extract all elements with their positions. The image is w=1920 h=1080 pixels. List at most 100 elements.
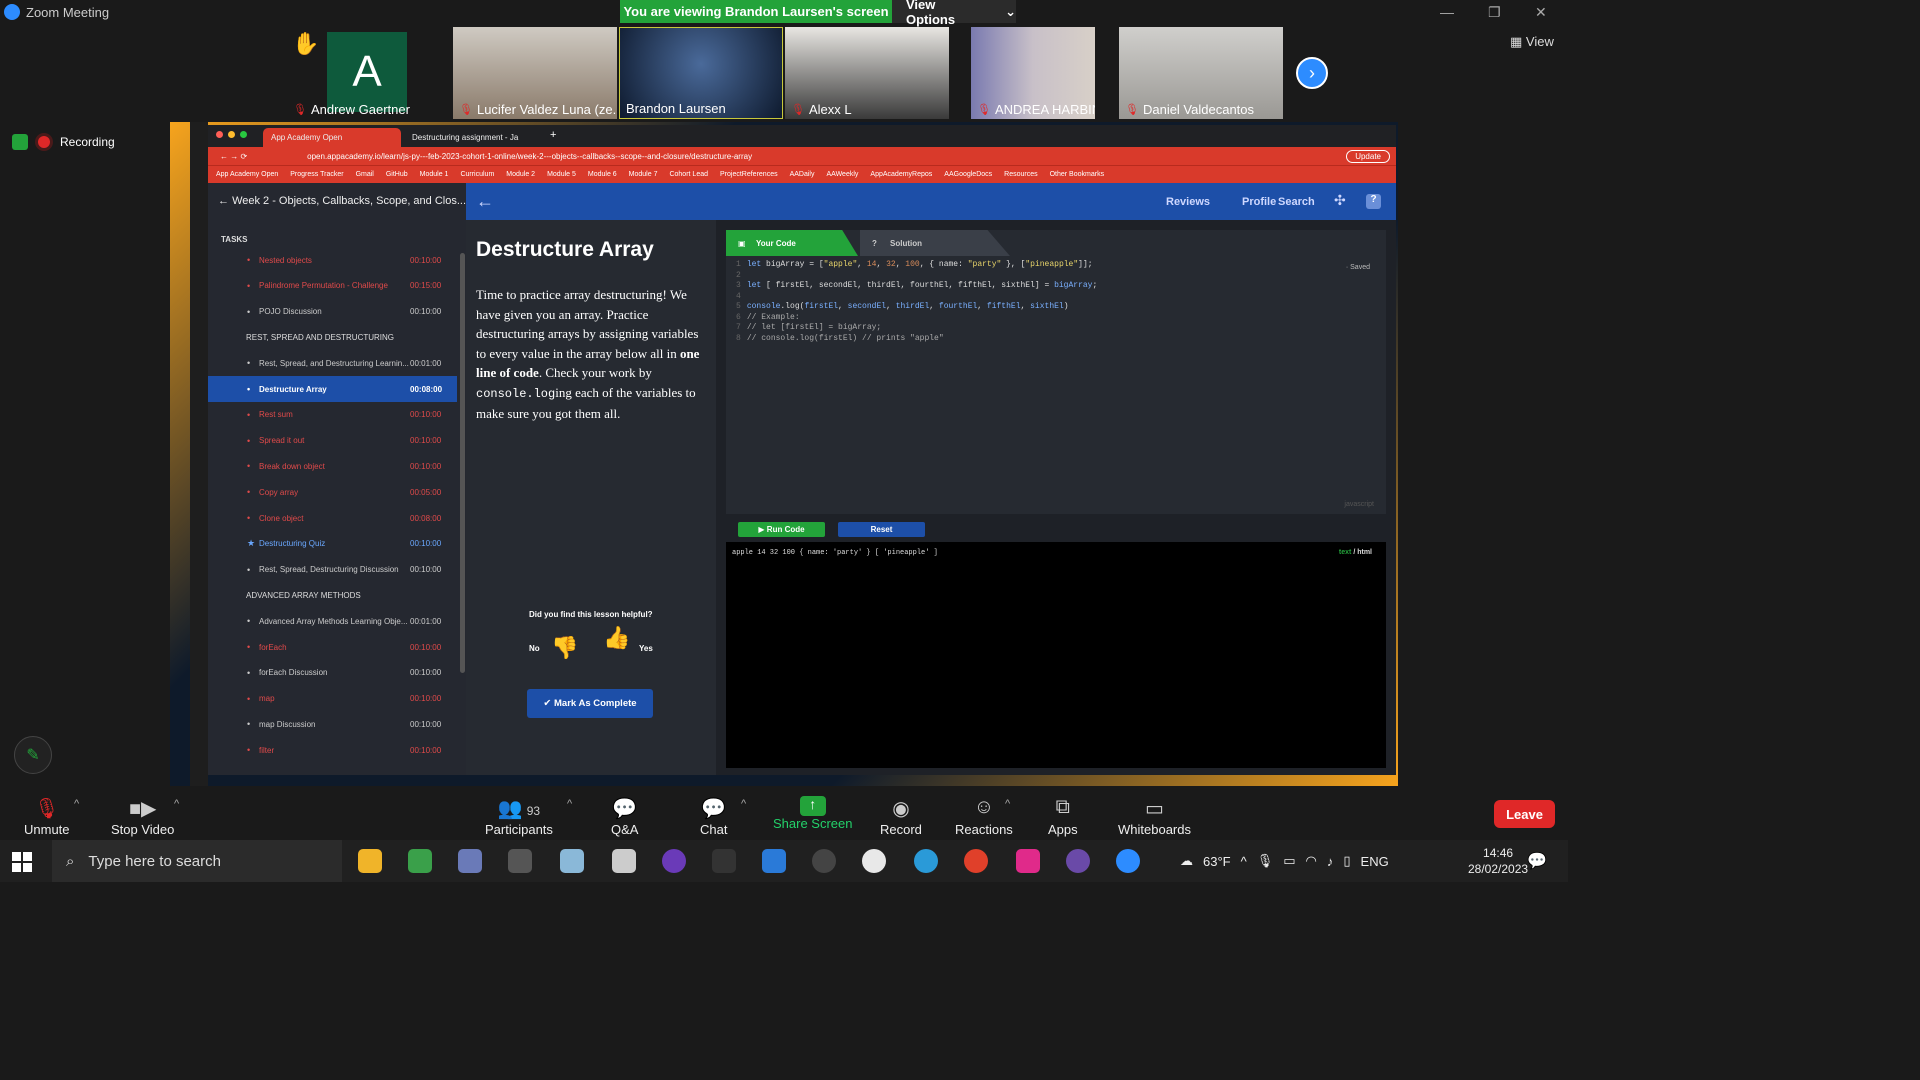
reset-button[interactable]: Reset [838, 522, 925, 537]
bookmark[interactable]: AAWeekly [827, 171, 859, 178]
nav-icons[interactable]: ← → ⟳ [220, 152, 247, 161]
task-item[interactable]: • Destructure Array 00:08:00 [208, 376, 457, 402]
participant-tile[interactable]: 🎙 ANDREA HARBIN [971, 27, 1095, 119]
file-explorer-icon[interactable] [358, 849, 382, 873]
bookmark[interactable]: Resources [1004, 171, 1037, 178]
task-item[interactable]: • Rest sum 00:10:00 [208, 402, 457, 428]
weather-icon[interactable]: ☁ [1180, 853, 1193, 869]
zoom-icon[interactable] [1116, 849, 1140, 873]
task-item[interactable]: • filter 00:10:00 [208, 737, 457, 763]
bookmark[interactable]: Progress Tracker [290, 171, 343, 178]
notifications-icon[interactable]: 💬 [1527, 851, 1547, 871]
participant-tile-active[interactable]: Brandon Laursen [619, 27, 783, 119]
taskbar-search[interactable]: ⌕ Type here to search [52, 840, 342, 882]
task-item[interactable]: ★ Destructuring Quiz 00:10:00 [208, 531, 457, 557]
unmute-button[interactable]: 🎙 Unmute [24, 796, 70, 837]
chrome-icon[interactable] [964, 849, 988, 873]
app-icon[interactable] [1016, 849, 1040, 873]
app-icon[interactable] [408, 849, 432, 873]
windows-start-icon[interactable] [12, 852, 32, 872]
chevron-up-icon[interactable]: ^ [174, 798, 179, 810]
whiteboards-button[interactable]: ▭ Whiteboards [1118, 796, 1191, 837]
thumbs-down-icon[interactable]: 👎 [551, 635, 578, 661]
chevron-up-icon[interactable]: ^ [1005, 798, 1010, 810]
task-item[interactable]: • Rest, Spread, Destructuring Discussion 0… [208, 557, 457, 583]
bookmark[interactable]: GitHub [386, 171, 408, 178]
task-item[interactable]: • forEach Discussion 00:10:00 [208, 660, 457, 686]
new-tab-icon[interactable]: + [550, 129, 556, 141]
task-item[interactable]: • map Discussion 00:10:00 [208, 711, 457, 737]
chevron-up-icon[interactable]: ^ [74, 798, 79, 810]
discord-icon[interactable] [1066, 849, 1090, 873]
run-code-button[interactable]: ▶ Run Code [738, 522, 825, 537]
share-screen-button[interactable]: ↑ Share Screen [773, 796, 853, 831]
task-item[interactable]: • Palindrome Permutation - Challenge 00:15… [208, 273, 457, 299]
bookmark[interactable]: AppAcademyRepos [870, 171, 932, 178]
bookmark[interactable]: AAGoogleDocs [944, 171, 992, 178]
bookmark[interactable]: Module 2 [506, 171, 535, 178]
task-item[interactable]: • Nested objects 00:10:00 [208, 247, 457, 273]
mode-html[interactable]: html [1357, 549, 1372, 556]
slack-icon[interactable]: ✣ [1334, 192, 1346, 209]
sidebar-scrollbar[interactable] [460, 253, 465, 673]
next-page-button[interactable]: › [1296, 57, 1328, 89]
task-item[interactable]: • Copy array 00:05:00 [208, 479, 457, 505]
address-bar[interactable]: ← → ⟳ open.appacademy.io/learn/js-py---f… [208, 147, 1396, 165]
bookmark[interactable]: Other Bookmarks [1050, 171, 1104, 178]
bookmark[interactable]: App Academy Open [216, 171, 278, 178]
bookmark[interactable]: Cohort Lead [669, 171, 708, 178]
minimize-dot-icon[interactable] [228, 131, 235, 138]
close-icon[interactable]: ✕ [1535, 4, 1547, 21]
maximize-dot-icon[interactable] [240, 131, 247, 138]
bookmark[interactable]: Gmail [356, 171, 374, 178]
bookmark[interactable]: Module 7 [629, 171, 658, 178]
chat-button[interactable]: 💬 Chat [700, 796, 727, 837]
bookmark[interactable]: AADaily [790, 171, 815, 178]
bookmark[interactable]: Module 5 [547, 171, 576, 178]
app-icon[interactable] [560, 849, 584, 873]
mic-icon[interactable]: 🎙 [1257, 853, 1274, 869]
nav-search[interactable]: Search [1278, 196, 1315, 208]
minimize-icon[interactable]: — [1440, 4, 1454, 20]
task-item[interactable]: • Rest, Spread, and Destructuring Learnin… [208, 350, 457, 376]
app-icon[interactable] [508, 849, 532, 873]
bookmark[interactable]: Module 6 [588, 171, 617, 178]
battery-icon[interactable]: ▭ [1283, 853, 1295, 869]
back-arrow-icon[interactable]: ← [476, 191, 494, 212]
vscode-icon[interactable] [762, 849, 786, 873]
chevron-up-icon[interactable]: ^ [567, 798, 572, 810]
bookmark[interactable]: Curriculum [460, 171, 494, 178]
bookmark[interactable]: Module 1 [420, 171, 449, 178]
browser-tab[interactable]: Destructuring assignment - Ja [404, 128, 542, 147]
thumbs-up-icon[interactable]: 👍 [603, 625, 630, 651]
volume-icon[interactable]: ♪ [1327, 854, 1334, 869]
clock[interactable]: 14:46 28/02/2023 [1468, 845, 1528, 877]
task-item[interactable]: • POJO Discussion 00:10:00 [208, 299, 457, 325]
maximize-icon[interactable]: ❐ [1488, 4, 1501, 21]
participant-tile[interactable]: 🎙 Daniel Valdecantos [1119, 27, 1283, 119]
code-editor[interactable]: 1 let bigArray = ["apple", 14, 32, 100, {… [736, 260, 1097, 344]
wifi-icon[interactable]: ◠ [1306, 853, 1317, 869]
week-title[interactable]: ← Week 2 - Objects, Callbacks, Scope, an… [218, 195, 466, 207]
app-icon[interactable] [458, 849, 482, 873]
edge-icon[interactable] [914, 849, 938, 873]
nav-reviews[interactable]: Reviews [1166, 196, 1210, 208]
task-item[interactable]: • Advanced Array Methods Learning Obje...… [208, 608, 457, 634]
leave-button[interactable]: Leave [1494, 800, 1555, 828]
view-options-button[interactable]: View Options ⌄ [892, 0, 1016, 27]
nav-profile[interactable]: Profile [1242, 196, 1276, 208]
update-button[interactable]: Update [1346, 150, 1390, 163]
chevron-up-icon[interactable]: ^ [1241, 854, 1247, 869]
view-button[interactable]: ▦ View [1510, 34, 1554, 50]
notepad-icon[interactable] [612, 849, 636, 873]
display-icon[interactable]: ▯ [1343, 853, 1350, 869]
help-icon[interactable]: ? [1366, 194, 1381, 209]
github-desktop-icon[interactable] [812, 849, 836, 873]
participants-button[interactable]: 👥 93 Participants [485, 796, 553, 837]
stop-video-button[interactable]: ■▶ Stop Video [111, 796, 174, 837]
record-button[interactable]: ◉ Record [880, 796, 922, 837]
mark-complete-button[interactable]: ✔ Mark As Complete [527, 689, 653, 718]
language-indicator[interactable]: ENG [1361, 854, 1389, 869]
output-mode-toggle[interactable]: text / html [1339, 549, 1372, 556]
participant-tile[interactable]: 🎙 Alexx L [785, 27, 949, 119]
